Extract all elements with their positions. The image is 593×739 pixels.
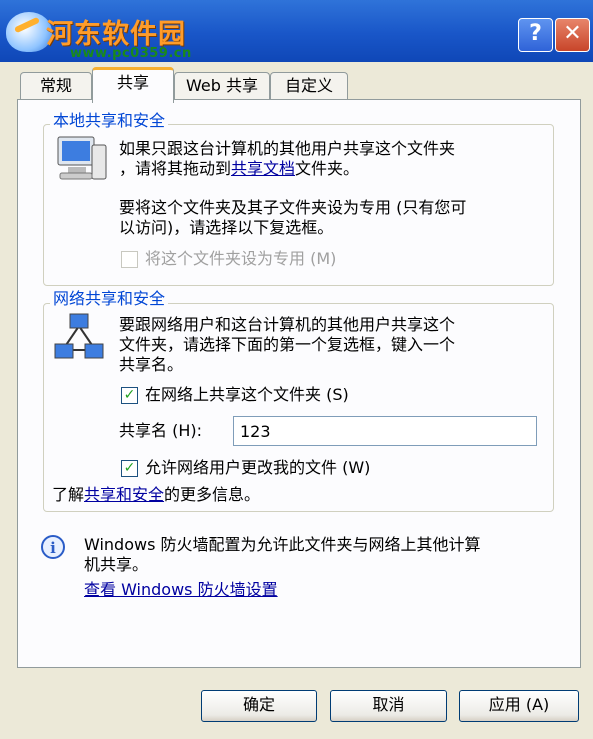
local-text-line2: ，请将其拖动到共享文档文件夹。 [119, 159, 359, 179]
share-on-network-label: 在网络上共享这个文件夹 (S) [145, 385, 349, 404]
help-button[interactable]: ? [518, 18, 553, 52]
share-name-input[interactable]: 123 [233, 416, 537, 446]
firewall-settings-link[interactable]: 查看 Windows 防火墙设置 [84, 580, 278, 600]
allow-change-checkbox[interactable]: ✓ [121, 460, 138, 477]
computer-icon [56, 135, 108, 183]
sharing-security-link[interactable]: 共享和安全 [84, 485, 164, 504]
private-checkbox[interactable] [121, 251, 138, 268]
network-text-line3: 共享名。 [119, 355, 184, 374]
watermark-url: www.pc0359.cn [70, 46, 192, 61]
local-text-line4: 以访问)，请选择以下复选框。 [119, 218, 334, 237]
local-sharing-title: 本地共享和安全 [50, 112, 169, 130]
info-icon-glyph: i [50, 539, 56, 557]
allow-change-label: 允许网络用户更改我的文件 (W) [145, 458, 371, 477]
network-text-line2: 文件夹，请选择下面的第一个复选框，键入一个 [119, 335, 456, 354]
tab-web-sharing[interactable]: Web 共享 [174, 72, 270, 99]
firewall-text-line1: Windows 防火墙配置为允许此文件夹与网络上其他计算 [84, 535, 481, 554]
network-icon [54, 312, 104, 362]
cancel-button[interactable]: 取消 [330, 690, 447, 722]
ok-button[interactable]: 确定 [201, 690, 317, 722]
tab-customize[interactable]: 自定义 [270, 72, 348, 99]
shared-documents-link[interactable]: 共享文档 [231, 159, 295, 178]
tab-general[interactable]: 常规 [20, 72, 92, 99]
private-checkbox-label: 将这个文件夹设为专用 (M) [145, 249, 337, 268]
local-text-line1: 如果只跟这台计算机的其他用户共享这个文件夹 [119, 139, 456, 158]
local-text-line2-post: 文件夹。 [295, 159, 360, 178]
info-icon: i [40, 534, 66, 560]
network-sharing-title: 网络共享和安全 [50, 290, 169, 308]
tab-sharing[interactable]: 共享 [92, 67, 174, 103]
close-button[interactable]: ✕ [555, 18, 590, 52]
firewall-text-line2: 机共享。 [84, 555, 149, 574]
network-text-line1: 要跟网络用户和这台计算机的其他用户共享这个 [119, 315, 456, 334]
learn-more-text: 了解共享和安全的更多信息。 [52, 485, 260, 505]
share-name-label: 共享名 (H): [119, 421, 202, 440]
share-on-network-checkbox[interactable]: ✓ [121, 387, 138, 404]
local-text-line2-pre: ，请将其拖动到 [119, 159, 232, 178]
learn-more-post: 的更多信息。 [164, 485, 261, 504]
local-text-line3: 要将这个文件夹及其子文件夹设为专用 (只有您可 [119, 198, 467, 217]
apply-button[interactable]: 应用 (A) [459, 690, 579, 722]
learn-more-pre: 了解 [52, 485, 85, 504]
